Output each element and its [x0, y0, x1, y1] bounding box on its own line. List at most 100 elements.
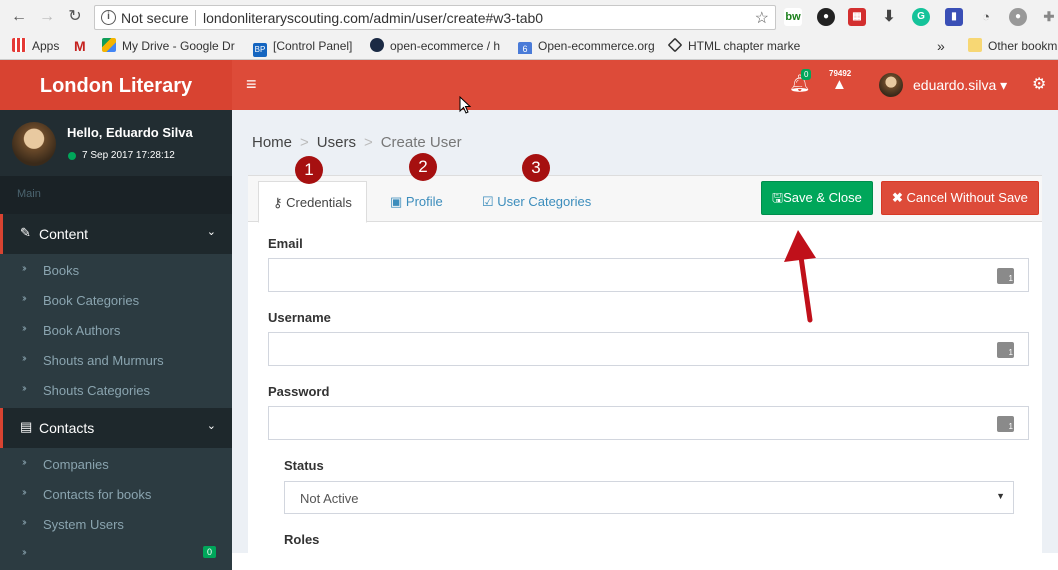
- sidebar-item-partial[interactable]: ›› 0: [0, 540, 232, 570]
- breadcrumb-home[interactable]: Home: [252, 134, 292, 151]
- browser-toolbar: ← → ↻ i Not secure londonliteraryscoutin…: [0, 0, 1058, 34]
- bookmark-open-ecommerce-h[interactable]: open-ecommerce / h: [370, 38, 506, 54]
- caret-down-icon: ▼: [996, 491, 1005, 501]
- bookmarks-bar: Apps M My Drive - Google Dr BP [Control P…: [0, 34, 1058, 58]
- sidebar-header-main: Main: [0, 176, 232, 214]
- bookmark-label: [Control Panel]: [273, 39, 353, 53]
- breadcrumb: Home > Users > Create User: [252, 134, 462, 151]
- address-bar[interactable]: i Not secure londonliteraryscouting.com/…: [94, 5, 776, 30]
- bookmark-html-chapter[interactable]: HTML chapter marke: [668, 38, 804, 54]
- bp-icon: BP: [253, 43, 267, 57]
- reload-icon[interactable]: ↻: [66, 8, 84, 26]
- double-chevron-icon: ››: [22, 293, 26, 304]
- tab-user-categories[interactable]: ☑ User Categories: [468, 181, 605, 223]
- top-navbar: ≡ 🔔︎ 0 79492 ▲ eduardo.silva ▾ ⚙: [232, 60, 1058, 110]
- sidebar-item-book-authors[interactable]: ›› Book Authors: [0, 316, 232, 346]
- tab-profile[interactable]: ▣ Profile: [376, 181, 457, 223]
- hamburger-menu-icon[interactable]: ≡: [246, 74, 257, 95]
- sidebar-item-label: System Users: [43, 517, 124, 532]
- sidebar-menu-contacts[interactable]: ▤ Contacts ⌄: [0, 408, 232, 448]
- grammarly-extension-icon[interactable]: G: [912, 8, 930, 26]
- status-select[interactable]: Not Active ▼: [284, 481, 1014, 514]
- sidebar-item-label: Books: [43, 263, 80, 278]
- bookmark-label: HTML chapter marke: [688, 39, 801, 53]
- navbar-avatar[interactable]: [879, 73, 903, 97]
- address-card-icon: ▤: [20, 419, 33, 434]
- online-status-icon: [68, 152, 76, 160]
- gmail-bookmark-icon[interactable]: M: [74, 38, 86, 54]
- bookmark-open-ecommerce-org[interactable]: 6 Open-ecommerce.org: [518, 38, 656, 54]
- sidebar-item-contacts-for-books[interactable]: ›› Contacts for books: [0, 480, 232, 510]
- speedometer-extension-icon[interactable]: ◔: [977, 8, 995, 26]
- double-chevron-icon: ››: [22, 457, 26, 468]
- email-field[interactable]: 1: [268, 258, 1029, 292]
- sidebar-item-shouts-categories[interactable]: ›› Shouts Categories: [0, 376, 232, 406]
- gears-icon[interactable]: ⚙: [1032, 74, 1046, 94]
- bookmarks-overflow-chevron[interactable]: »: [937, 38, 945, 54]
- shield-bookmark-icon: [370, 38, 384, 52]
- info-icon[interactable]: i: [101, 10, 116, 25]
- sidebar-menu-content[interactable]: ✎ Content ⌄: [0, 214, 232, 254]
- main-content: Home > Users > Create User ⚷ Credentials ▣ P…: [232, 110, 1058, 553]
- sidebar-item-label: Book Authors: [43, 323, 121, 338]
- notification-count-badge: 0: [801, 69, 812, 80]
- bookmark-apps[interactable]: Apps: [12, 38, 59, 54]
- save-and-close-button[interactable]: 🖫︎Save & Close: [761, 181, 873, 215]
- camera-extension-icon[interactable]: ●: [817, 8, 835, 26]
- sidebar-item-label: Companies: [43, 457, 109, 472]
- puzzle-extension-icon[interactable]: ✚: [1040, 8, 1058, 26]
- sidebar-item-companies[interactable]: ›› Companies: [0, 450, 232, 480]
- url-text[interactable]: londonliteraryscouting.com/admin/user/cr…: [203, 10, 543, 26]
- tab-credentials[interactable]: ⚷ Credentials: [258, 181, 367, 223]
- email-label: Email: [268, 236, 303, 251]
- profile-extension-icon[interactable]: ●: [1009, 8, 1027, 26]
- double-chevron-icon: ››: [22, 487, 26, 498]
- bookmark-star-icon[interactable]: ☆: [755, 8, 769, 28]
- annotation-number-2: 2: [409, 153, 437, 181]
- bookmark-label: open-ecommerce / h: [390, 39, 501, 53]
- chevron-down-icon: ⌄: [206, 420, 216, 432]
- username-label: Username: [268, 310, 331, 325]
- sidebar: London Literary Hello, Eduardo Silva 7 S…: [0, 60, 232, 570]
- keyboard-icon[interactable]: 1: [997, 416, 1014, 432]
- bookmark-control-panel[interactable]: BP [Control Panel]: [253, 38, 353, 57]
- calendar-extension-icon[interactable]: ▦: [848, 8, 866, 26]
- tab-label: Profile: [405, 194, 443, 209]
- browser-chrome: ← → ↻ i Not secure londonliteraryscoutin…: [0, 0, 1058, 60]
- bookmark-my-drive[interactable]: My Drive - Google Dr: [102, 38, 238, 54]
- keyboard-icon[interactable]: 1: [997, 268, 1014, 284]
- back-arrow-icon[interactable]: ←: [10, 8, 28, 26]
- button-label: Cancel Without Save: [906, 190, 1028, 205]
- brand-logo[interactable]: London Literary: [0, 60, 232, 110]
- password-field[interactable]: 1: [268, 406, 1029, 440]
- security-label: Not secure: [121, 10, 189, 26]
- double-chevron-icon: ››: [22, 323, 26, 334]
- breadcrumb-users[interactable]: Users: [317, 134, 356, 151]
- roles-label: Roles: [284, 532, 320, 547]
- floppy-disk-icon: 🖫︎: [772, 190, 784, 205]
- double-chevron-icon: ››: [22, 263, 26, 274]
- forward-arrow-icon[interactable]: →: [38, 8, 56, 26]
- download-extension-icon[interactable]: ⬇: [880, 8, 898, 26]
- chevron-down-icon: ⌄: [206, 226, 216, 238]
- tab-label: User Categories: [497, 194, 592, 209]
- sidebar-item-shouts-and-murmurs[interactable]: ›› Shouts and Murmurs: [0, 346, 232, 376]
- sidebar-item-book-categories[interactable]: ›› Book Categories: [0, 286, 232, 316]
- username-field[interactable]: 1: [268, 332, 1029, 366]
- cancel-without-save-button[interactable]: ✖ Cancel Without Save: [881, 181, 1039, 215]
- paint-extension-icon[interactable]: ▮: [945, 8, 963, 26]
- apps-grid-icon: [12, 38, 26, 52]
- sidebar-item-books[interactable]: ›› Books: [0, 256, 232, 286]
- user-panel: Hello, Eduardo Silva 7 Sep 2017 17:28:12: [0, 110, 232, 176]
- bookmark-label: Open-ecommerce.org: [538, 39, 655, 53]
- bw-extension-icon[interactable]: bw: [784, 8, 802, 26]
- bookmark-other[interactable]: Other bookm: [968, 38, 1057, 54]
- status-label: Status: [284, 458, 324, 473]
- button-label: Save & Close: [783, 190, 862, 205]
- address-separator: [195, 10, 196, 26]
- sidebar-item-system-users[interactable]: ›› System Users: [0, 510, 232, 540]
- user-menu-dropdown[interactable]: eduardo.silva ▾: [913, 77, 1007, 94]
- avatar: [12, 122, 56, 166]
- keyboard-icon[interactable]: 1: [997, 342, 1014, 358]
- warning-icon[interactable]: ▲: [832, 76, 847, 93]
